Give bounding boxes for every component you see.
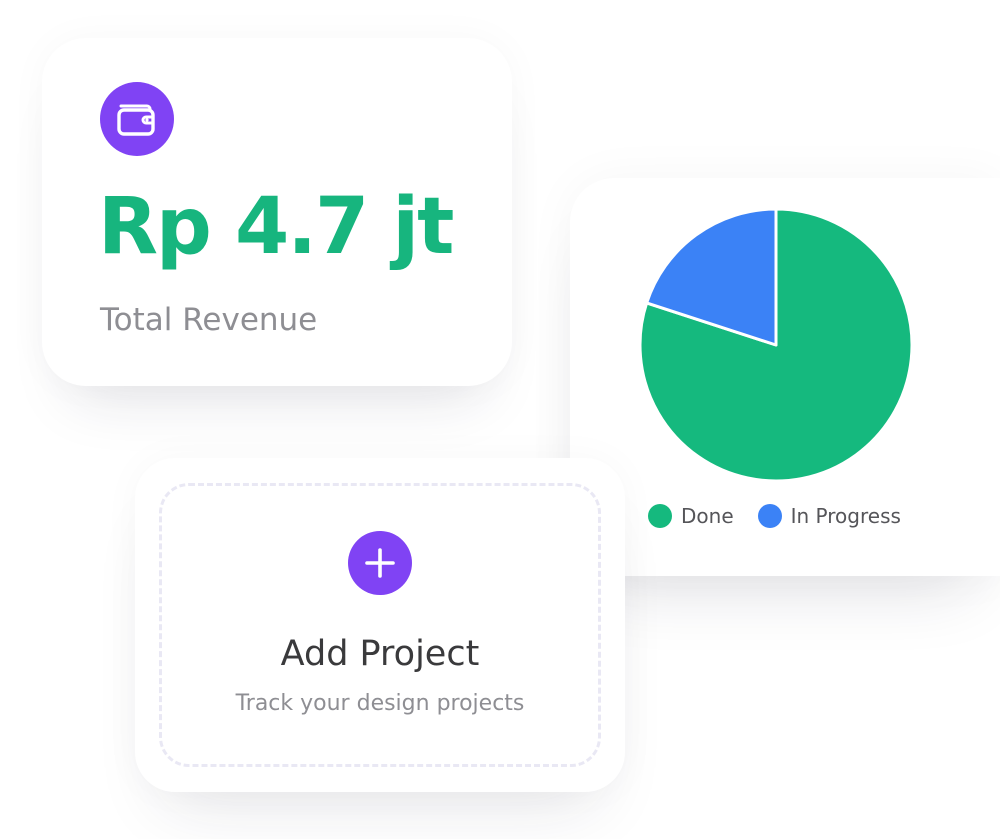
project-status-pie-chart xyxy=(638,207,914,483)
legend-dot-done xyxy=(648,504,672,528)
revenue-label: Total Revenue xyxy=(100,302,318,338)
add-project-title[interactable]: Add Project xyxy=(135,634,625,674)
legend-label-in-progress: In Progress xyxy=(790,504,901,528)
project-status-chart-card: Done In Progress xyxy=(570,178,1000,576)
legend-item-in-progress[interactable]: In Progress xyxy=(757,504,901,528)
add-project-button[interactable] xyxy=(348,531,412,595)
wallet-icon xyxy=(117,104,155,136)
plus-icon xyxy=(365,548,395,578)
legend-label-done: Done xyxy=(681,504,734,528)
chart-legend: Done In Progress xyxy=(648,504,925,528)
wallet-icon-badge xyxy=(100,82,174,156)
add-project-card[interactable]: Add Project Track your design projects xyxy=(135,458,625,792)
dashboard-stage: Rp 4.7 jt Total Revenue Done In Progress… xyxy=(0,0,1000,839)
legend-dot-in-progress xyxy=(757,504,782,528)
revenue-card: Rp 4.7 jt Total Revenue xyxy=(42,38,512,386)
add-project-subtitle: Track your design projects xyxy=(235,691,525,716)
legend-item-done[interactable]: Done xyxy=(648,504,734,528)
revenue-amount: Rp 4.7 jt xyxy=(98,182,454,272)
add-project-dropzone[interactable] xyxy=(159,483,601,767)
